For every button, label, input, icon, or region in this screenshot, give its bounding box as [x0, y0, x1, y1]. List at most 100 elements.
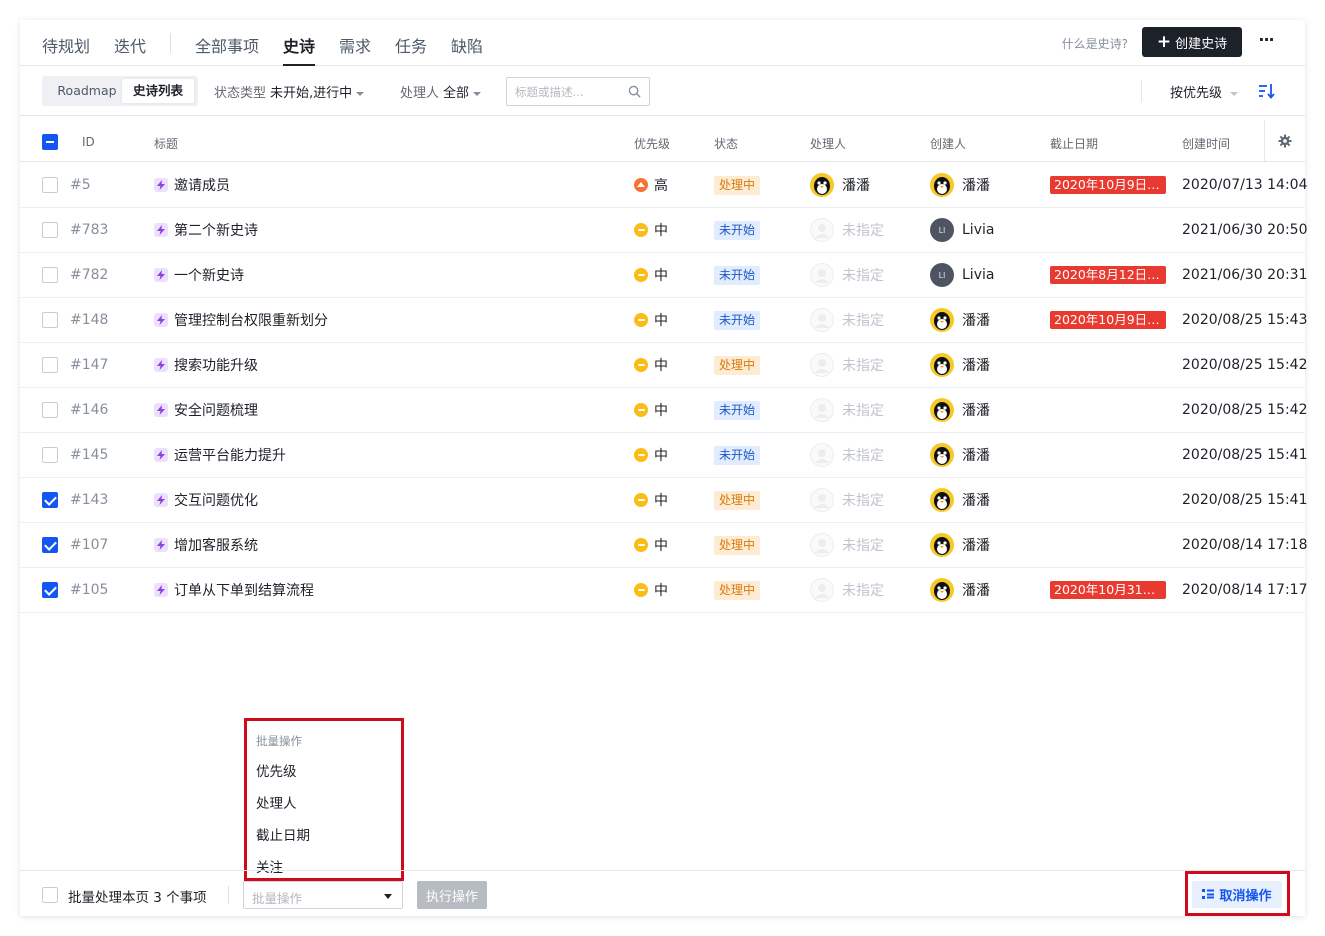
- assignee-cell[interactable]: 潘潘: [810, 163, 870, 207]
- assignee-cell[interactable]: 未指定: [810, 523, 884, 567]
- priority-label[interactable]: 中: [654, 265, 668, 285]
- status-badge[interactable]: 未开始: [714, 400, 761, 420]
- column-header-due-date[interactable]: 截止日期: [1050, 135, 1098, 152]
- assignee-filter[interactable]: 处理人 全部: [400, 82, 482, 101]
- search-icon[interactable]: [628, 85, 641, 98]
- item-title[interactable]: 第二个新史诗: [174, 220, 258, 240]
- epic-list-view-option[interactable]: 史诗列表: [122, 79, 194, 103]
- item-title[interactable]: 交互问题优化: [174, 490, 258, 510]
- row-checkbox[interactable]: [42, 177, 58, 193]
- status-badge[interactable]: 处理中: [714, 535, 761, 555]
- status-badge[interactable]: 未开始: [714, 445, 761, 465]
- priority-label[interactable]: 中: [654, 580, 668, 600]
- status-badge[interactable]: 未开始: [714, 220, 761, 240]
- menu-item-priority[interactable]: 优先级: [256, 760, 297, 780]
- assignee-cell[interactable]: 未指定: [810, 208, 884, 252]
- item-id: #146: [70, 402, 109, 418]
- assignee-cell[interactable]: 未指定: [810, 253, 884, 297]
- table-row[interactable]: #145 运营平台能力提升 中 未开始 未指定 潘潘 2020/08/25 15:41: [20, 433, 1308, 478]
- status-badge[interactable]: 处理中: [714, 355, 761, 375]
- due-date-badge[interactable]: 2020年10月9日截止: [1050, 176, 1166, 194]
- create-epic-button[interactable]: + 创建史诗: [1142, 27, 1242, 57]
- tab-all-items[interactable]: 全部事项: [195, 33, 259, 57]
- table-row[interactable]: #148 管理控制台权限重新划分 中 未开始 未指定 潘潘 2020年10月9日截止 2020…: [20, 298, 1308, 343]
- status-badge[interactable]: 处理中: [714, 580, 761, 600]
- priority-label[interactable]: 中: [654, 310, 668, 330]
- column-header-created-time[interactable]: 创建时间: [1182, 135, 1230, 152]
- batch-operation-select[interactable]: 批量操作: [243, 881, 403, 909]
- status-badge[interactable]: 未开始: [714, 265, 761, 285]
- tab-backlog[interactable]: 待规划: [42, 33, 90, 57]
- row-checkbox[interactable]: [42, 537, 58, 553]
- row-checkbox[interactable]: [42, 582, 58, 598]
- item-title[interactable]: 搜索功能升级: [174, 355, 258, 375]
- due-date-badge[interactable]: 2020年10月31日截止: [1050, 581, 1166, 599]
- status-badge[interactable]: 处理中: [714, 175, 761, 195]
- item-title[interactable]: 运营平台能力提升: [174, 445, 286, 465]
- execute-operation-button[interactable]: 执行操作: [417, 881, 487, 909]
- item-title[interactable]: 邀请成员: [174, 175, 230, 195]
- column-header-status[interactable]: 状态: [714, 135, 738, 152]
- table-row[interactable]: #107 增加客服系统 中 处理中 未指定 潘潘 2020/08/14 17:18: [20, 523, 1308, 568]
- assignee-cell[interactable]: 未指定: [810, 298, 884, 342]
- priority-label[interactable]: 中: [654, 445, 668, 465]
- priority-label[interactable]: 中: [654, 490, 668, 510]
- priority-label[interactable]: 中: [654, 400, 668, 420]
- priority-label[interactable]: 中: [654, 355, 668, 375]
- priority-label[interactable]: 高: [654, 175, 668, 195]
- select-all-checkbox[interactable]: [42, 134, 58, 150]
- tab-requirement[interactable]: 需求: [339, 33, 371, 57]
- due-date-badge[interactable]: 2020年10月9日截止: [1050, 311, 1166, 329]
- menu-item-due-date[interactable]: 截止日期: [256, 824, 310, 844]
- row-checkbox[interactable]: [42, 312, 58, 328]
- tab-defect[interactable]: 缺陷: [451, 33, 483, 57]
- roadmap-view-option[interactable]: Roadmap: [47, 79, 127, 103]
- sort-select[interactable]: 按优先级: [1170, 82, 1239, 101]
- menu-item-assignee[interactable]: 处理人: [256, 792, 297, 812]
- priority-label[interactable]: 中: [654, 535, 668, 555]
- item-title[interactable]: 订单从下单到结算流程: [174, 580, 314, 600]
- table-row[interactable]: #5 邀请成员 高 处理中 潘潘 潘潘 2020年10月9日截止 2020/07/13 14:…: [20, 163, 1308, 208]
- status-badge[interactable]: 未开始: [714, 310, 761, 330]
- assignee-cell[interactable]: 未指定: [810, 388, 884, 432]
- table-row[interactable]: #143 交互问题优化 中 处理中 未指定 潘潘 2020/08/25 15:41: [20, 478, 1308, 523]
- lightning-icon: [154, 268, 168, 282]
- what-is-epic-link[interactable]: 什么是史诗?: [1062, 35, 1128, 52]
- table-row[interactable]: #105 订单从下单到结算流程 中 处理中 未指定 潘潘 2020年10月31日截止 2020…: [20, 568, 1308, 613]
- search-input[interactable]: [507, 78, 617, 105]
- assignee-cell[interactable]: 未指定: [810, 568, 884, 612]
- tab-task[interactable]: 任务: [395, 33, 427, 57]
- due-date-badge[interactable]: 2020年8月12日截止: [1050, 266, 1166, 284]
- column-header-assignee[interactable]: 处理人: [810, 135, 846, 152]
- row-checkbox[interactable]: [42, 222, 58, 238]
- column-settings-button[interactable]: [1264, 120, 1305, 162]
- item-title[interactable]: 一个新史诗: [174, 265, 244, 285]
- sort-order-icon[interactable]: [1258, 82, 1276, 100]
- status-badge[interactable]: 处理中: [714, 490, 761, 510]
- more-options-icon[interactable]: ···: [1256, 30, 1276, 54]
- row-checkbox[interactable]: [42, 402, 58, 418]
- tab-epic[interactable]: 史诗: [283, 33, 316, 66]
- assignee-cell[interactable]: 未指定: [810, 478, 884, 522]
- item-title[interactable]: 增加客服系统: [174, 535, 258, 555]
- item-title[interactable]: 管理控制台权限重新划分: [174, 310, 328, 330]
- table-row[interactable]: #783 第二个新史诗 中 未开始 未指定 LI Livia 2021/06/30 20:50: [20, 208, 1308, 253]
- column-header-priority[interactable]: 优先级: [634, 135, 670, 152]
- table-row[interactable]: #147 搜索功能升级 中 处理中 未指定 潘潘 2020/08/25 15:42: [20, 343, 1308, 388]
- item-title[interactable]: 安全问题梳理: [174, 400, 258, 420]
- status-type-filter[interactable]: 状态类型 未开始,进行中: [214, 82, 365, 101]
- row-checkbox[interactable]: [42, 357, 58, 373]
- priority-label[interactable]: 中: [654, 220, 668, 240]
- select-page-checkbox[interactable]: [42, 887, 58, 903]
- table-row[interactable]: #146 安全问题梳理 中 未开始 未指定 潘潘 2020/08/25 15:42: [20, 388, 1308, 433]
- assignee-cell[interactable]: 未指定: [810, 343, 884, 387]
- table-row[interactable]: #782 一个新史诗 中 未开始 未指定 LI Livia 2020年8月12日截止 2021/…: [20, 253, 1308, 298]
- column-header-creator[interactable]: 创建人: [930, 135, 966, 152]
- tab-iteration[interactable]: 迭代: [114, 33, 146, 57]
- cancel-operation-button[interactable]: 取消操作: [1192, 881, 1282, 908]
- row-checkbox[interactable]: [42, 492, 58, 508]
- assignee-cell[interactable]: 未指定: [810, 433, 884, 477]
- row-checkbox[interactable]: [42, 267, 58, 283]
- assignee-name: 未指定: [842, 223, 884, 239]
- row-checkbox[interactable]: [42, 447, 58, 463]
